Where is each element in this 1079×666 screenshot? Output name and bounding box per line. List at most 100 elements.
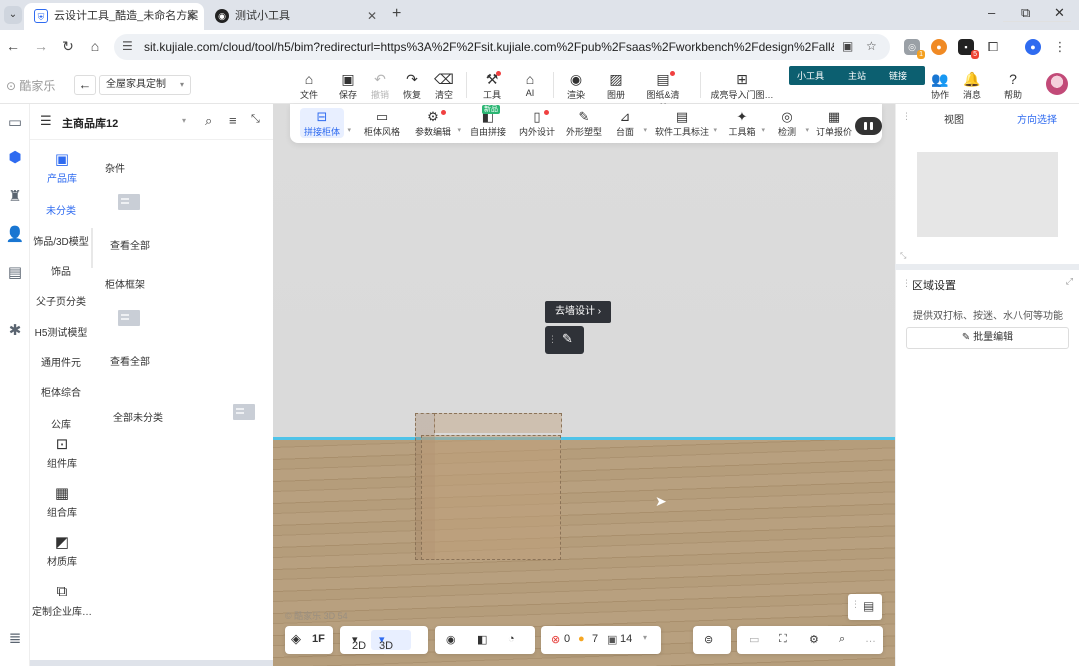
tool-splice-cabinet[interactable]: ⊟ 拼接柜体 ▾ [300, 108, 351, 138]
minimize-icon[interactable]: – [988, 5, 995, 20]
tab-material-library[interactable]: ◩ 材质库 [30, 533, 94, 568]
tab-combo-library[interactable]: ▦ 组合库 [30, 484, 94, 519]
ai-button[interactable]: ⌂ AI [513, 70, 547, 98]
toolbar-collapse-toggle[interactable] [855, 117, 882, 135]
expand-icon[interactable]: ⤢ [1066, 276, 1073, 287]
puzzle-icon[interactable]: ⧠ [985, 39, 1001, 55]
tool-order-quote[interactable]: ▦ 订单报价 [814, 108, 854, 138]
eye-icon[interactable]: ◉ [446, 633, 456, 646]
subcategory-item[interactable]: 公库 [30, 416, 92, 431]
toggle-button[interactable]: ⊜ [693, 626, 731, 654]
link-link[interactable]: 链接 [889, 69, 907, 82]
tab-component-library[interactable]: ⊡ 组件库 [30, 435, 94, 470]
back-icon[interactable]: ← [4, 38, 22, 54]
subcategory-item[interactable]: 父子页分类 [30, 293, 92, 308]
screenshot-icon[interactable]: ⛶ [779, 633, 787, 646]
3d-viewport[interactable]: 去墙设计 › ⋮ ✎ ➤ © 酷家乐 3D 54 [273, 104, 895, 666]
cube-icon[interactable]: ◧ [477, 633, 487, 646]
library-select[interactable]: 主商品库12 [62, 115, 118, 131]
render-button[interactable]: ◉ 渲染 [559, 70, 593, 101]
save-button[interactable]: ▣ 保存 [331, 70, 365, 101]
new-tab-button[interactable]: + [392, 5, 401, 23]
view-preview[interactable] [917, 152, 1058, 237]
resize-handle-icon[interactable]: ⤡ [900, 251, 906, 261]
mini-tool-link[interactable]: 小工具 [797, 69, 824, 82]
logo[interactable]: ⊙ 酷家乐 [6, 77, 55, 94]
main-site-link[interactable]: 主站 [848, 69, 866, 82]
url-text[interactable]: sit.kujiale.com/cloud/tool/h5/bim?redire… [144, 40, 834, 54]
floor-selector[interactable]: ◈ 1F [285, 626, 333, 654]
collab-button[interactable]: 👥 协作 [923, 70, 957, 101]
import-button[interactable]: ⊞ 成亮导入门图… [708, 70, 776, 101]
undo-button[interactable]: ↶ 撤销 [363, 70, 397, 101]
tool-shape[interactable]: ✎ 外形塑型 [566, 108, 602, 138]
tool-toolbox[interactable]: ✦ 工具箱 ▾ [726, 108, 765, 138]
picture-icon[interactable]: ▭ [749, 633, 759, 646]
browser-tab-active[interactable]: ⛨ 云设计工具_酷造_未命名方案 ✕ [24, 3, 204, 30]
subcategory-item[interactable]: 柜体综合 [30, 384, 92, 399]
tool-free-splice[interactable]: ◧ 自由拼接 新品 [468, 105, 508, 138]
messages-button[interactable]: 🔔 消息 [955, 70, 989, 101]
drag-handle-icon[interactable]: ⋮ [548, 334, 557, 345]
drag-handle-icon[interactable]: ⋮ [902, 278, 911, 289]
issue-summary[interactable]: ⊗ 0 ● 7 ▣ 14 ▾ [541, 626, 661, 654]
view-2d-button[interactable]: 2D ▾ [352, 633, 366, 652]
clear-button[interactable]: ⌫ 清空 [427, 70, 461, 101]
folder-icon[interactable] [118, 308, 140, 326]
view-all-link[interactable]: 查看全部 [110, 237, 150, 252]
tool-countertop[interactable]: ⊿ 台面 ▾ [610, 108, 647, 138]
storage-icon[interactable]: ▤ [5, 263, 25, 283]
install-icon[interactable]: ▣ [842, 39, 853, 53]
zoom-icon[interactable]: ⌕ [839, 633, 845, 646]
cabinet-model[interactable] [421, 435, 561, 560]
speed-icon[interactable]: ◔ [508, 633, 515, 645]
reload-icon[interactable]: ↻ [59, 38, 77, 55]
clipboard-button[interactable]: ⋮ ▤ [848, 594, 882, 620]
help-button[interactable]: ? 帮助 [996, 70, 1030, 101]
model-icon[interactable]: ♜ [5, 187, 25, 207]
file-button[interactable]: ⌂ 文件 [292, 70, 326, 101]
tool-cabinet-style[interactable]: ▭ 柜体风格 [362, 108, 402, 138]
user-icon[interactable]: 👤 [5, 225, 25, 245]
back-button[interactable]: ← [74, 75, 96, 95]
kebab-menu-icon[interactable]: ⋮ [1052, 39, 1068, 55]
tool-detect[interactable]: ◎ 检测 ▾ [772, 108, 809, 138]
redo-button[interactable]: ↷ 恢复 [395, 70, 429, 101]
chevron-down-icon[interactable]: ▾ [182, 116, 186, 125]
all-uncategorized-label[interactable]: 全部未分类 [113, 409, 163, 424]
close-icon[interactable]: ✕ [367, 3, 377, 29]
subcategory-item[interactable]: 饰品 [30, 263, 92, 278]
tool-inner-outer-design[interactable]: ▯ 内外设计 [517, 108, 557, 138]
extension-icon[interactable]: ▪ 5 [958, 39, 979, 59]
browser-tab[interactable]: ◉ 测试小工具 ✕ [205, 3, 385, 30]
cabinet-top[interactable] [434, 413, 562, 433]
subcategory-item[interactable]: 未分类 [30, 202, 92, 217]
close-icon[interactable]: ✕ [186, 3, 196, 29]
avatar[interactable] [1046, 73, 1068, 95]
product-icon[interactable]: ⬢ [5, 148, 25, 168]
edit-button[interactable]: ⋮ ✎ [545, 326, 584, 354]
profile-icon[interactable]: ● [1025, 39, 1041, 55]
restore-icon[interactable]: ⧉ [1021, 5, 1030, 21]
site-info-icon[interactable]: ☰ [122, 39, 133, 53]
tab-search-button[interactable]: ⌄ [4, 6, 22, 24]
folder-icon[interactable] [118, 192, 140, 210]
search-icon[interactable]: ⌕ [205, 113, 212, 129]
forward-icon[interactable]: → [32, 38, 50, 54]
bookmark-star-icon[interactable]: ☆ [866, 39, 877, 53]
tool-param-edit[interactable]: ⚙ 参数编辑 ▾ [412, 108, 461, 138]
filter-icon[interactable]: ≡ [229, 113, 237, 128]
settings-screen-icon[interactable]: ⚙ [809, 633, 819, 646]
plugin-icon[interactable]: ✱ [5, 321, 25, 341]
home-icon[interactable]: ⌂ [86, 38, 104, 54]
subcategory-item[interactable]: H5测试模型 [30, 324, 92, 339]
extension-icon[interactable]: ● [931, 39, 947, 55]
view-all-link[interactable]: 查看全部 [110, 353, 150, 368]
collapse-icon[interactable]: ⤡ [251, 113, 260, 126]
drawings-button[interactable]: ▨ 图册 [599, 70, 633, 101]
wall-design-tooltip[interactable]: 去墙设计 › [545, 301, 612, 323]
view-3d-button[interactable]: 3D ▾ [379, 633, 393, 652]
box-icon[interactable]: ▭ [5, 113, 25, 133]
address-bar[interactable]: ☰ sit.kujiale.com/cloud/tool/h5/bim?redi… [114, 34, 890, 60]
drag-handle-icon[interactable]: ⋮ [902, 111, 911, 122]
